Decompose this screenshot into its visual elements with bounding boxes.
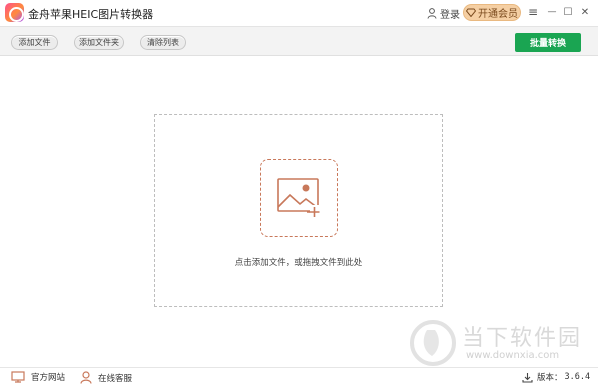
minimize-icon: —: [547, 7, 557, 17]
official-website-label: 官方网站: [31, 373, 66, 383]
drop-hint: 点击添加文件，或拖拽文件到此处: [234, 258, 363, 268]
add-image-button[interactable]: [260, 159, 338, 237]
vip-button[interactable]: 开通会员: [463, 4, 521, 21]
image-add-icon: [277, 178, 320, 218]
footer: 官方网站 在线客服 版本： 3.6.4: [0, 367, 598, 387]
maximize-button[interactable]: ☐: [561, 4, 575, 20]
title-bar: 金舟苹果HEIC图片转换器 登录 开通会员 ≡ — ☐ ✕: [0, 0, 598, 26]
headset-icon: [80, 371, 92, 384]
close-button[interactable]: ✕: [578, 4, 592, 20]
close-icon: ✕: [580, 6, 590, 18]
download-icon: [522, 372, 533, 383]
menu-icon: ≡: [527, 5, 539, 19]
maximize-icon: ☐: [563, 6, 573, 18]
minimize-button[interactable]: —: [545, 4, 559, 20]
monitor-icon: [11, 371, 25, 383]
login-label: 登录: [440, 10, 460, 21]
diamond-icon: [466, 8, 476, 17]
add-folder-button[interactable]: 添加文件夹: [74, 35, 124, 50]
online-support-link[interactable]: 在线客服: [80, 371, 132, 384]
official-website-link[interactable]: 官方网站: [11, 371, 65, 383]
watermark-logo-icon: [410, 320, 456, 366]
watermark-brand: 当下软件园: [462, 326, 583, 351]
version-info: 版本： 3.6.4: [522, 371, 590, 383]
watermark-url: www.downxia.com: [466, 350, 560, 361]
menu-button[interactable]: ≡: [526, 4, 540, 20]
toolbar: 添加文件 添加文件夹 清除列表 批量转换: [0, 26, 598, 56]
app-title: 金舟苹果HEIC图片转换器: [28, 8, 154, 21]
add-file-button[interactable]: 添加文件: [11, 35, 58, 50]
drop-zone[interactable]: 点击添加文件，或拖拽文件到此处: [154, 114, 443, 307]
online-support-label: 在线客服: [98, 373, 133, 384]
version-number: 3.6.4: [564, 372, 591, 382]
vip-label: 开通会员: [478, 9, 518, 20]
user-icon: [427, 8, 437, 19]
login-button[interactable]: 登录: [427, 6, 460, 21]
clear-list-button[interactable]: 清除列表: [140, 35, 186, 50]
batch-convert-button[interactable]: 批量转换: [515, 33, 581, 52]
app-window: 金舟苹果HEIC图片转换器 登录 开通会员 ≡ — ☐ ✕ 添加文件 添加文件夹…: [0, 0, 598, 387]
app-logo-icon: [5, 3, 24, 22]
version-label: 版本：: [537, 373, 563, 383]
